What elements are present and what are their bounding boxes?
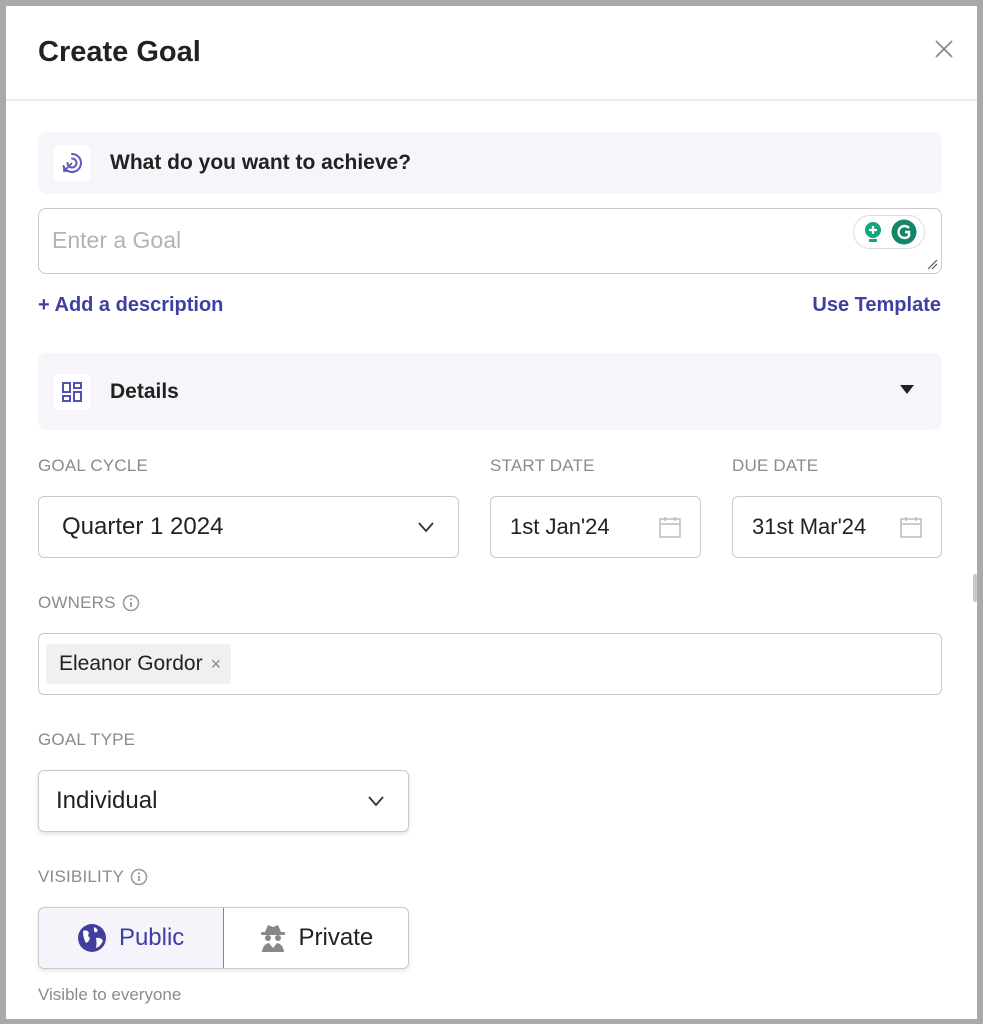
calendar-icon — [659, 517, 681, 538]
goal-cycle-label-text: GOAL CYCLE — [38, 456, 149, 475]
goal-type-value: Individual — [56, 787, 158, 814]
public-label: Public — [118, 924, 185, 951]
visibility-label-text: VISIBILITY — [38, 867, 125, 886]
goal-input[interactable] — [39, 209, 941, 273]
details-label: Details — [110, 379, 179, 403]
info-icon[interactable] — [122, 594, 140, 612]
owner-chip: Eleanor Gordor × — [46, 644, 232, 684]
chevron-down-icon — [368, 796, 384, 807]
owners-label-text: OWNERS — [38, 593, 116, 612]
grammarly-icon[interactable] — [891, 219, 917, 245]
achieve-section-header: What do you want to achieve? — [38, 132, 942, 194]
modal-header: Create Goal — [6, 6, 977, 101]
use-template-link[interactable]: Use Template — [812, 294, 941, 317]
due-date-label-text: DUE DATE — [732, 456, 819, 475]
owners-label: OWNERS — [38, 593, 140, 613]
details-section-toggle[interactable]: Details — [38, 353, 942, 430]
visibility-label: VISIBILITY — [38, 867, 148, 887]
resize-handle-icon[interactable] — [926, 258, 938, 270]
lightbulb-icon[interactable] — [862, 220, 884, 244]
achieve-label: What do you want to achieve? — [110, 151, 412, 174]
grid-icon — [54, 373, 90, 410]
goal-type-label: GOAL TYPE — [38, 730, 135, 750]
globe-icon — [77, 924, 106, 952]
grammarly-widget[interactable] — [853, 215, 925, 249]
owner-chip-name: Eleanor Gordor — [59, 652, 203, 675]
incognito-icon — [260, 925, 285, 952]
goal-cycle-value: Quarter 1 2024 — [62, 513, 224, 540]
start-date-label: START DATE — [490, 456, 595, 476]
add-description-link[interactable]: + Add a description — [38, 294, 223, 317]
close-icon — [935, 40, 953, 58]
due-date-label: DUE DATE — [732, 456, 818, 476]
remove-owner-icon[interactable]: × — [211, 654, 222, 675]
calendar-icon — [900, 517, 922, 538]
due-date-picker[interactable]: 31st Mar'24 — [732, 496, 942, 558]
chevron-down-icon — [418, 522, 434, 533]
goal-type-label-text: GOAL TYPE — [38, 730, 136, 749]
start-date-value: 1st Jan'24 — [510, 514, 610, 539]
goal-cycle-select[interactable]: Quarter 1 2024 — [38, 496, 459, 558]
close-button[interactable] — [929, 34, 959, 64]
caret-down-icon[interactable] — [900, 385, 914, 394]
info-icon[interactable] — [130, 868, 148, 886]
start-date-picker[interactable]: 1st Jan'24 — [490, 496, 701, 558]
goal-cycle-label: GOAL CYCLE — [38, 456, 148, 476]
due-date-value: 31st Mar'24 — [752, 514, 867, 539]
visibility-private-option[interactable]: Private — [224, 908, 408, 968]
modal-title: Create Goal — [38, 36, 201, 68]
scrollbar-thumb[interactable] — [973, 574, 977, 602]
create-goal-modal: Create Goal What do you want to achieve?… — [6, 6, 977, 1019]
visibility-public-option[interactable]: Public — [39, 908, 224, 968]
goal-input-wrapper — [38, 208, 942, 274]
visibility-helper-text: Visible to everyone — [38, 985, 182, 1004]
owners-input[interactable]: Eleanor Gordor × — [38, 633, 942, 695]
visibility-toggle: Public Private — [38, 907, 409, 969]
goal-type-select[interactable]: Individual — [38, 770, 409, 832]
private-label: Private — [298, 924, 374, 951]
target-icon — [54, 145, 90, 181]
start-date-label-text: START DATE — [490, 456, 595, 475]
